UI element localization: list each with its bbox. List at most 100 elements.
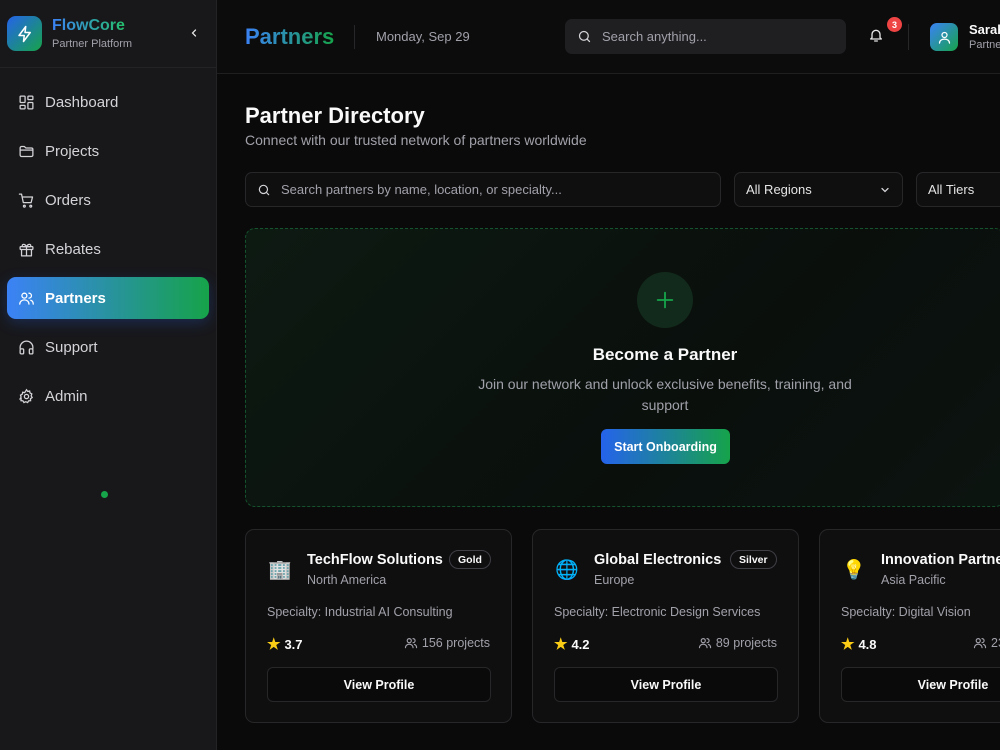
partner-specialty: Specialty: Digital Vision [841,605,971,619]
rating-value: 3.7 [284,636,303,652]
sidebar-item-orders[interactable]: Orders [7,179,209,221]
projects-count: 23 projects [991,636,1000,650]
user-role: Partne [969,39,1000,51]
sidebar-item-rebates[interactable]: Rebates [7,228,209,270]
building-icon: 🏢 [268,560,292,581]
projects-count: 156 projects [421,636,490,650]
partner-search-placeholder: Search partners by name, location, or sp… [281,182,562,197]
search-icon [258,184,270,195]
sidebar-item-label: Admin [45,387,88,405]
gear-icon [17,387,35,405]
partner-name: TechFlow Solutions [307,552,443,568]
global-search-placeholder: Search anything... [602,29,707,44]
notifications-button[interactable] [868,27,886,45]
headphones-icon [17,338,35,356]
user-name: Sarah [969,22,1000,37]
partner-rating: ★ 3.7 [267,635,303,653]
partner-name: Global Electronics [594,552,722,568]
global-search-input[interactable]: Search anything... [565,19,846,54]
view-profile-button[interactable]: View Profile [554,667,778,702]
rating-value: 4.8 [858,636,877,652]
cart-icon [17,191,35,209]
partner-card: 💡 Innovation Partners Asia Pacific Speci… [819,529,1000,723]
partner-region: Asia Pacific [881,573,946,587]
partner-specialty: Specialty: Electronic Design Services [554,605,761,619]
bolt-icon [7,16,42,51]
partner-card: 🏢 TechFlow Solutions Gold North America … [245,529,512,723]
region-select-value: All Regions [746,182,812,197]
brand-name: FlowCore [52,16,132,36]
region-select[interactable]: All Regions [734,172,903,207]
users-icon [698,638,711,649]
partner-projects: 89 projects [698,636,777,650]
grid-icon [17,93,35,111]
header-divider [354,25,355,49]
section-title: Partner Directory [245,103,425,128]
notification-badge: 3 [887,17,902,32]
partner-specialty: Specialty: Industrial AI Consulting [267,605,453,619]
rating-value: 4.2 [571,636,590,652]
partner-rating: ★ 4.8 [841,635,877,653]
become-partner-panel: Become a Partner Join our network and un… [245,228,1000,507]
star-icon: ★ [267,636,281,653]
sidebar-item-label: Rebates [45,240,101,258]
chevron-left-icon [191,29,197,37]
star-icon: ★ [554,636,568,653]
users-icon [973,638,987,649]
section-subtitle: Connect with our trusted network of part… [245,132,587,148]
partner-search-input[interactable]: Search partners by name, location, or sp… [245,172,721,207]
top-header: Partners Monday, Sep 29 Search anything.… [217,0,1000,74]
app-root: FlowCore Partner Platform Dashboard Proj… [0,0,1000,750]
projects-count: 89 projects [715,636,777,650]
collapse-sidebar-button[interactable] [186,25,202,41]
page-title: Partners [245,22,334,52]
sidebar-item-label: Projects [45,142,100,160]
chevron-down-icon [881,187,889,192]
globe-icon: 🌐 [555,560,579,581]
sidebar-item-projects[interactable]: Projects [7,130,209,172]
online-status-dot [101,491,108,498]
user-icon [938,31,950,44]
tier-badge: Gold [449,550,491,569]
partner-projects: 156 projects [404,636,490,650]
sidebar-item-dashboard[interactable]: Dashboard [7,81,209,123]
partner-name: Innovation Partners [881,552,1000,568]
brand-text: FlowCore Partner Platform [52,16,132,51]
sidebar-item-label: Orders [45,191,91,209]
sidebar-item-partners[interactable]: Partners [7,277,209,319]
sidebar-item-label: Partners [45,289,106,307]
tier-badge: Silver [730,550,777,569]
tier-select-value: All Tiers [928,182,975,197]
partner-projects: 23 projects [973,636,1000,650]
partner-region: Europe [594,573,635,587]
view-profile-button[interactable]: View Profile [841,667,1000,702]
sidebar-nav: Dashboard Projects Orders Rebates Partne… [0,81,216,417]
sidebar-item-support[interactable]: Support [7,326,209,368]
lightbulb-icon: 💡 [842,560,866,581]
partner-region: North America [307,573,387,587]
gift-icon [17,240,35,258]
sidebar-item-label: Support [45,338,98,356]
main-content: Partner Directory Connect with our trust… [217,74,1000,750]
become-partner-title: Become a Partner [592,345,738,364]
folder-icon [17,142,35,160]
partner-card: 🌐 Global Electronics Silver Europe Speci… [532,529,799,723]
users-icon [404,638,418,649]
view-profile-button[interactable]: View Profile [267,667,491,702]
bell-icon [870,29,882,42]
users-icon [17,289,35,307]
brand: FlowCore Partner Platform [0,0,216,68]
become-partner-description: Join our network and unlock exclusive be… [478,376,852,413]
sidebar-item-admin[interactable]: Admin [7,375,209,417]
sidebar-item-label: Dashboard [45,93,119,111]
start-onboarding-button[interactable]: Start Onboarding [601,429,730,464]
header-date: Monday, Sep 29 [376,29,470,44]
plus-icon [637,272,693,328]
search-icon [578,30,591,43]
partner-rating: ★ 4.2 [554,635,590,653]
header-divider [908,24,909,50]
tier-select[interactable]: All Tiers [916,172,1000,207]
sidebar: FlowCore Partner Platform Dashboard Proj… [0,0,217,750]
brand-subtitle: Partner Platform [52,38,133,50]
avatar[interactable] [930,23,958,51]
